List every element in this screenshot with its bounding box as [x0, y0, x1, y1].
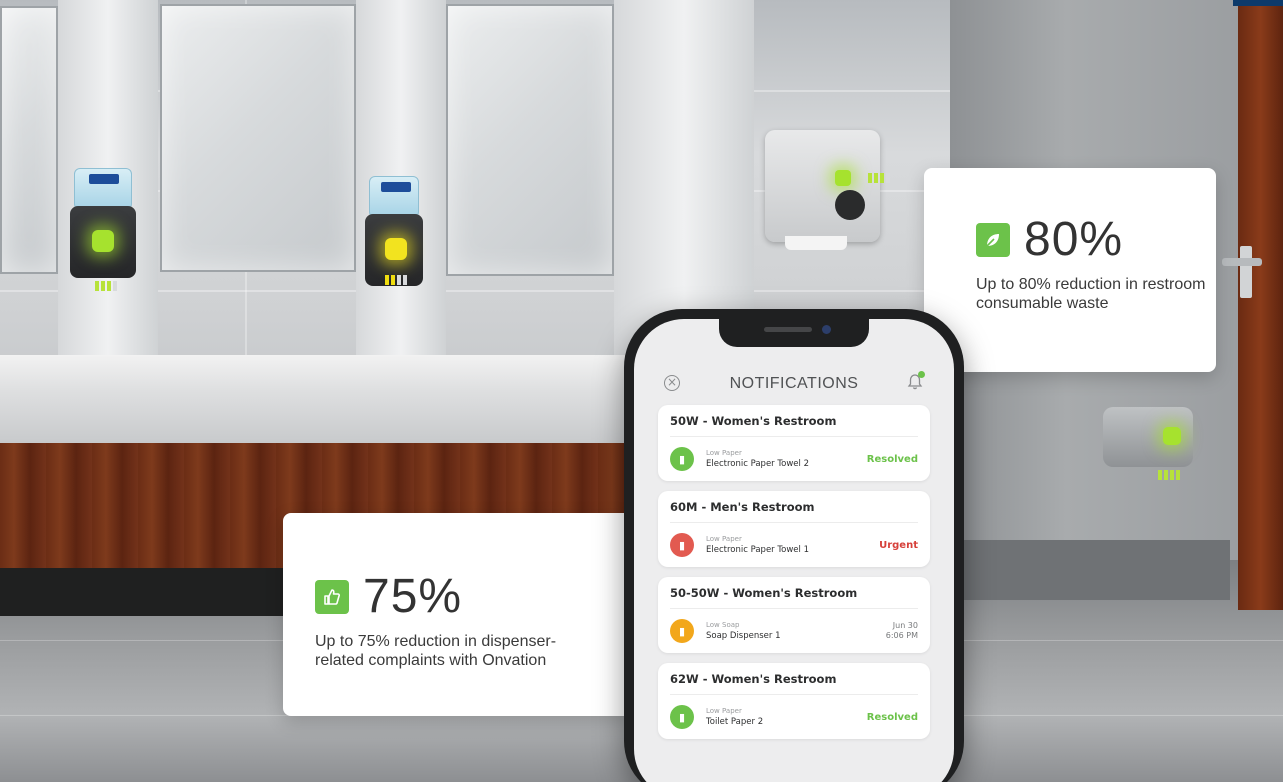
device-name: Electronic Paper Towel 1 — [706, 545, 809, 555]
stall-door — [1238, 0, 1283, 610]
unread-indicator — [918, 371, 925, 378]
notification-body: ▮ Low Paper Electronic Paper Towel 2 Res… — [670, 437, 918, 471]
speaker-grille — [764, 327, 812, 332]
device-name: Toilet Paper 2 — [706, 717, 764, 727]
phone-notch — [719, 319, 869, 347]
front-camera — [822, 325, 831, 334]
paper-towel — [785, 236, 847, 250]
toilet-paper-dispenser — [1103, 407, 1193, 467]
notification-texts: Low Paper Toilet Paper 2 — [706, 707, 867, 727]
status-light-green — [835, 170, 851, 186]
notification-body: ▮ Low Paper Toilet Paper 2 Resolved — [670, 695, 918, 729]
corner-tab — [1233, 0, 1283, 6]
purell-logo — [89, 174, 119, 184]
thumbs-up-icon — [315, 579, 349, 614]
status-badge: Resolved — [866, 711, 918, 723]
stat-percent: 80% — [1024, 213, 1124, 266]
level-indicator — [385, 275, 407, 285]
device-name: Electronic Paper Towel 2 — [706, 459, 809, 469]
mirror — [446, 4, 614, 276]
stat-card-waste: 80% Up to 80% reduction in restroom cons… — [924, 168, 1216, 372]
stat-card-complaints: 75% Up to 75% reduction in dispenser-rel… — [283, 513, 633, 716]
stat-description: Up to 75% reduction in dispenser-related… — [315, 633, 557, 669]
app-header: × NOTIFICATIONS — [634, 369, 954, 399]
notification-body: ▮ Low Soap Soap Dispenser 1 Jun 30 6:06 … — [670, 609, 918, 643]
paper-towel-dispenser — [765, 130, 880, 250]
close-icon[interactable]: × — [664, 375, 680, 391]
notification-location: 50-50W - Women's Restroom — [670, 586, 918, 609]
alert-type: Low Soap — [706, 621, 740, 629]
notification-card[interactable]: 50-50W - Women's Restroom ▮ Low Soap Soa… — [658, 577, 930, 653]
notification-body: ▮ Low Paper Electronic Paper Towel 1 Urg… — [670, 523, 918, 557]
purell-logo — [381, 182, 411, 192]
mirror — [160, 4, 356, 272]
notification-card[interactable]: 62W - Women's Restroom ▮ Low Paper Toile… — [658, 663, 930, 739]
notification-texts: Low Soap Soap Dispenser 1 — [706, 621, 886, 641]
level-indicator — [95, 281, 117, 291]
notification-list: 50W - Women's Restroom ▮ Low Paper Elect… — [658, 405, 930, 749]
notification-timestamp: Jun 30 6:06 PM — [886, 621, 918, 641]
stat-row: 80% — [976, 212, 1186, 267]
alert-type: Low Paper — [706, 707, 742, 715]
soap-refill — [74, 168, 132, 210]
level-indicator — [1158, 470, 1180, 480]
page-title: NOTIFICATIONS — [729, 375, 859, 392]
leaf-icon — [976, 222, 1010, 257]
paper-towel-icon: ▮ — [670, 447, 694, 471]
marble-counter — [0, 355, 640, 445]
device-name: Soap Dispenser 1 — [706, 631, 781, 641]
notification-texts: Low Paper Electronic Paper Towel 1 — [706, 535, 879, 555]
alert-type: Low Paper — [706, 535, 742, 543]
phone-screen: × NOTIFICATIONS 50W - Women's Restroom ▮… — [634, 319, 954, 782]
notification-location: 62W - Women's Restroom — [670, 672, 918, 695]
soap-refill — [369, 176, 419, 218]
smartphone: × NOTIFICATIONS 50W - Women's Restroom ▮… — [624, 309, 964, 782]
door-lock-plate — [1240, 246, 1252, 298]
notification-time: 6:06 PM — [885, 631, 918, 640]
notification-location: 60M - Men's Restroom — [670, 500, 918, 523]
alert-type: Low Paper — [706, 449, 742, 457]
notification-card[interactable]: 60M - Men's Restroom ▮ Low Paper Electro… — [658, 491, 930, 567]
stat-percent: 75% — [363, 570, 463, 623]
notification-location: 50W - Women's Restroom — [670, 414, 918, 437]
notification-card[interactable]: 50W - Women's Restroom ▮ Low Paper Elect… — [658, 405, 930, 481]
stat-row: 75% — [315, 569, 613, 624]
status-badge: Resolved — [866, 453, 918, 465]
notification-texts: Low Paper Electronic Paper Towel 2 — [706, 449, 867, 469]
mirror — [0, 6, 58, 274]
status-light-yellow — [385, 238, 407, 260]
stall-floor-gap — [960, 540, 1230, 600]
soap-icon: ▮ — [670, 619, 694, 643]
notification-date: Jun 30 — [892, 621, 918, 630]
paper-towel-icon: ▮ — [670, 533, 694, 557]
status-badge: Urgent — [879, 539, 918, 551]
door-handle — [1222, 258, 1262, 266]
level-indicator — [868, 173, 890, 183]
toilet-paper-icon: ▮ — [670, 705, 694, 729]
stat-description: Up to 80% reduction in restroom consumab… — [976, 276, 1206, 312]
status-light-green — [92, 230, 114, 252]
dispenser-sensor — [835, 190, 865, 220]
wall-pillar — [614, 0, 754, 360]
status-light-green — [1163, 427, 1181, 445]
